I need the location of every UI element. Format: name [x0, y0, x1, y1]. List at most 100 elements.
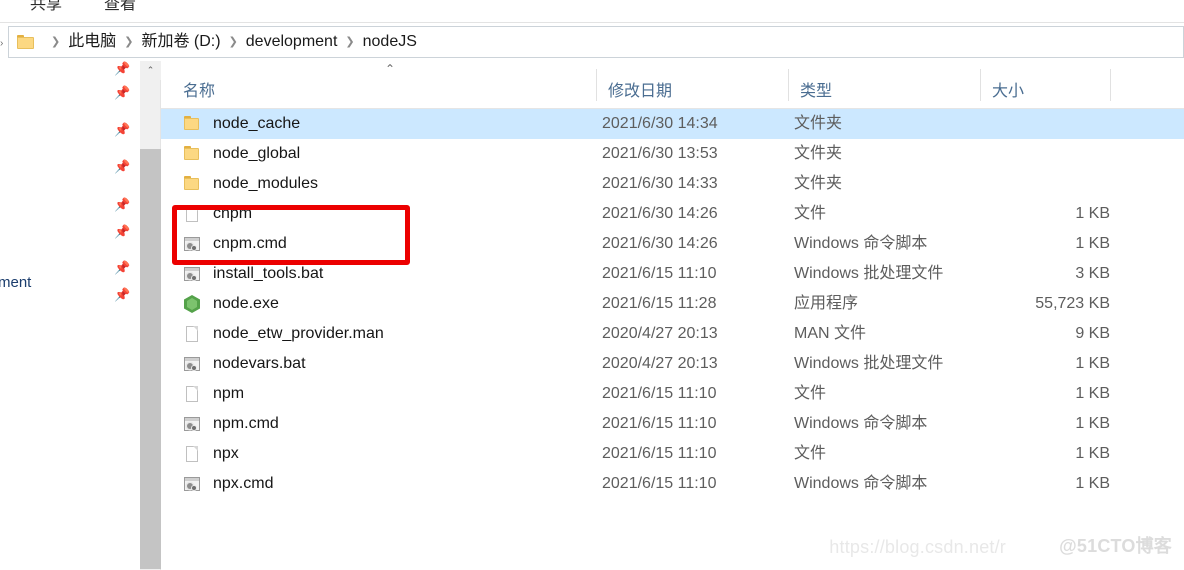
- navigation-pane-scrollbar[interactable]: ⌃: [140, 61, 161, 570]
- cmd-script-icon: [183, 235, 201, 253]
- table-row[interactable]: npm 2021/6/15 11:10 文件 1 KB: [161, 379, 1184, 409]
- navigation-pane: v ment 卷 (D:) 📌 📌 📌 📌 📌 📌 📌 📌: [0, 61, 140, 570]
- file-type-cell: 文件夹: [794, 114, 842, 134]
- file-name-label: cnpm: [213, 204, 252, 224]
- table-row[interactable]: cnpm.cmd2021/6/30 14:26Windows 命令脚本1 KB: [161, 229, 1184, 259]
- file-name-label: node_modules: [213, 174, 318, 194]
- breadcrumb-item-drive-d[interactable]: 新加卷 (D:): [140, 32, 221, 52]
- breadcrumb-overflow-chevron-icon[interactable]: ›: [0, 39, 3, 49]
- column-header-size[interactable]: 大小: [992, 77, 1024, 101]
- folder-icon: [17, 35, 34, 49]
- file-name-cell[interactable]: cnpm: [183, 204, 252, 224]
- file-explorer-window: 共享 查看 › ❯ 此电脑 ❯ 新加卷 (D:) ❯ development ❯…: [0, 0, 1184, 570]
- file-name-cell[interactable]: node_cache: [183, 114, 300, 134]
- file-date-cell: 2020/4/27 20:13: [602, 324, 718, 344]
- breadcrumb-separator-icon[interactable]: ❯: [124, 32, 133, 52]
- file-name-label: node_etw_provider.man: [213, 324, 384, 344]
- breadcrumb-item-this-pc[interactable]: 此电脑: [67, 32, 117, 52]
- file-type-cell: 文件: [794, 384, 826, 404]
- file-name-cell[interactable]: npx.cmd: [183, 474, 273, 494]
- file-name-cell[interactable]: node_etw_provider.man: [183, 324, 384, 344]
- scroll-up-arrow-icon[interactable]: ⌃: [140, 61, 161, 80]
- file-name-cell[interactable]: npx: [183, 444, 239, 464]
- file-size-cell: 1 KB: [986, 354, 1110, 374]
- file-name-cell[interactable]: nodevars.bat: [183, 354, 306, 374]
- file-name-label: npm.cmd: [213, 414, 279, 434]
- file-date-cell: 2021/6/15 11:10: [602, 384, 716, 404]
- breadcrumb-separator-icon[interactable]: ❯: [345, 32, 354, 52]
- file-rows-container: node_cache 2021/6/30 14:34 文件夹 node_global 2…: [161, 109, 1184, 499]
- table-row[interactable]: npx.cmd2021/6/15 11:10Windows 命令脚本1 KB: [161, 469, 1184, 499]
- watermark-csdn: https://blog.csdn.net/r: [829, 537, 1006, 558]
- file-list-pane: ⌃ 名称 修改日期 类型 大小 node_cache 2021/6/30 14:3…: [161, 61, 1184, 570]
- cmd-script-icon: [183, 355, 201, 373]
- address-bar: › ❯ 此电脑 ❯ 新加卷 (D:) ❯ development ❯ nodeJ…: [0, 26, 1184, 60]
- table-row[interactable]: node_global2021/6/30 13:53文件夹: [161, 139, 1184, 169]
- file-date-cell: 2021/6/30 14:26: [602, 204, 718, 224]
- column-header-name[interactable]: 名称: [183, 77, 215, 101]
- file-name-label: cnpm.cmd: [213, 234, 287, 254]
- breadcrumb-separator-icon[interactable]: ❯: [51, 32, 60, 52]
- ribbon-divider: [0, 22, 1184, 23]
- column-header-date-modified[interactable]: 修改日期: [608, 77, 672, 101]
- pin-icon[interactable]: 📌: [114, 224, 130, 240]
- file-type-cell: 应用程序: [794, 294, 858, 314]
- pin-icon[interactable]: 📌: [114, 122, 130, 138]
- pin-icon[interactable]: 📌: [114, 197, 130, 213]
- file-date-cell: 2020/4/27 20:13: [602, 354, 718, 374]
- breadcrumb[interactable]: ❯ 此电脑 ❯ 新加卷 (D:) ❯ development ❯ nodeJS: [8, 26, 1184, 58]
- scrollbar-thumb[interactable]: [140, 149, 161, 569]
- file-size-cell: 1 KB: [986, 204, 1110, 224]
- file-name-label: npx.cmd: [213, 474, 273, 494]
- tab-view[interactable]: 查看: [104, 0, 136, 16]
- file-type-cell: MAN 文件: [794, 324, 866, 344]
- nodejs-icon: [183, 295, 201, 313]
- file-name-label: node_cache: [213, 114, 300, 134]
- file-date-cell: 2021/6/30 14:34: [602, 114, 718, 134]
- file-name-cell[interactable]: install_tools.bat: [183, 264, 323, 284]
- file-name-cell[interactable]: cnpm.cmd: [183, 234, 287, 254]
- pin-icon[interactable]: 📌: [114, 287, 130, 303]
- file-size-cell: 9 KB: [986, 324, 1110, 344]
- file-date-cell: 2021/6/15 11:10: [602, 474, 716, 494]
- file-name-cell[interactable]: npm: [183, 384, 244, 404]
- file-name-cell[interactable]: node_global: [183, 144, 300, 164]
- table-row[interactable]: node_cache 2021/6/30 14:34 文件夹: [161, 109, 1184, 139]
- pin-icon[interactable]: 📌: [114, 61, 130, 77]
- tab-share[interactable]: 共享: [30, 0, 62, 16]
- file-name-cell[interactable]: node.exe: [183, 294, 279, 314]
- file-name-label: npx: [213, 444, 239, 464]
- file-name-cell[interactable]: node_modules: [183, 174, 318, 194]
- file-date-cell: 2021/6/30 14:26: [602, 234, 718, 254]
- pin-icon[interactable]: 📌: [114, 159, 130, 175]
- file-name-label: npm: [213, 384, 244, 404]
- breadcrumb-separator-icon[interactable]: ❯: [229, 32, 238, 52]
- file-date-cell: 2021/6/15 11:10: [602, 414, 716, 434]
- breadcrumb-item-nodejs[interactable]: nodeJS: [362, 32, 418, 52]
- document-icon: [183, 205, 201, 223]
- table-row[interactable]: node.exe2021/6/15 11:28应用程序55,723 KB: [161, 289, 1184, 319]
- file-size-cell: 55,723 KB: [986, 294, 1110, 314]
- file-name-cell[interactable]: npm.cmd: [183, 414, 279, 434]
- table-row[interactable]: npx2021/6/15 11:10文件1 KB: [161, 439, 1184, 469]
- table-row[interactable]: node_etw_provider.man 2020/4/27 20:13 MAN …: [161, 319, 1184, 349]
- file-name-label: install_tools.bat: [213, 264, 323, 284]
- nav-item-label-clipped[interactable]: ment: [0, 274, 31, 291]
- file-size-cell: 3 KB: [986, 264, 1110, 284]
- pin-icon[interactable]: 📌: [114, 85, 130, 101]
- file-size-cell: 1 KB: [986, 414, 1110, 434]
- table-row[interactable]: node_modules2021/6/30 14:33文件夹: [161, 169, 1184, 199]
- file-size-cell: 1 KB: [986, 384, 1110, 404]
- table-row[interactable]: cnpm2021/6/30 14:26文件1 KB: [161, 199, 1184, 229]
- file-type-cell: Windows 命令脚本: [794, 474, 927, 494]
- sort-ascending-caret-icon: ⌃: [385, 63, 395, 75]
- file-type-cell: Windows 命令脚本: [794, 414, 927, 434]
- breadcrumb-item-development[interactable]: development: [245, 32, 339, 52]
- file-date-cell: 2021/6/30 13:53: [602, 144, 718, 164]
- table-row[interactable]: install_tools.bat2021/6/15 11:10Windows …: [161, 259, 1184, 289]
- table-row[interactable]: nodevars.bat2020/4/27 20:13Windows 批处理文件…: [161, 349, 1184, 379]
- pin-icon[interactable]: 📌: [114, 260, 130, 276]
- column-header-row: ⌃ 名称 修改日期 类型 大小: [161, 61, 1184, 109]
- column-header-type[interactable]: 类型: [800, 77, 832, 101]
- table-row[interactable]: npm.cmd 2021/6/15 11:10 Windows 命令脚本 1 KB: [161, 409, 1184, 439]
